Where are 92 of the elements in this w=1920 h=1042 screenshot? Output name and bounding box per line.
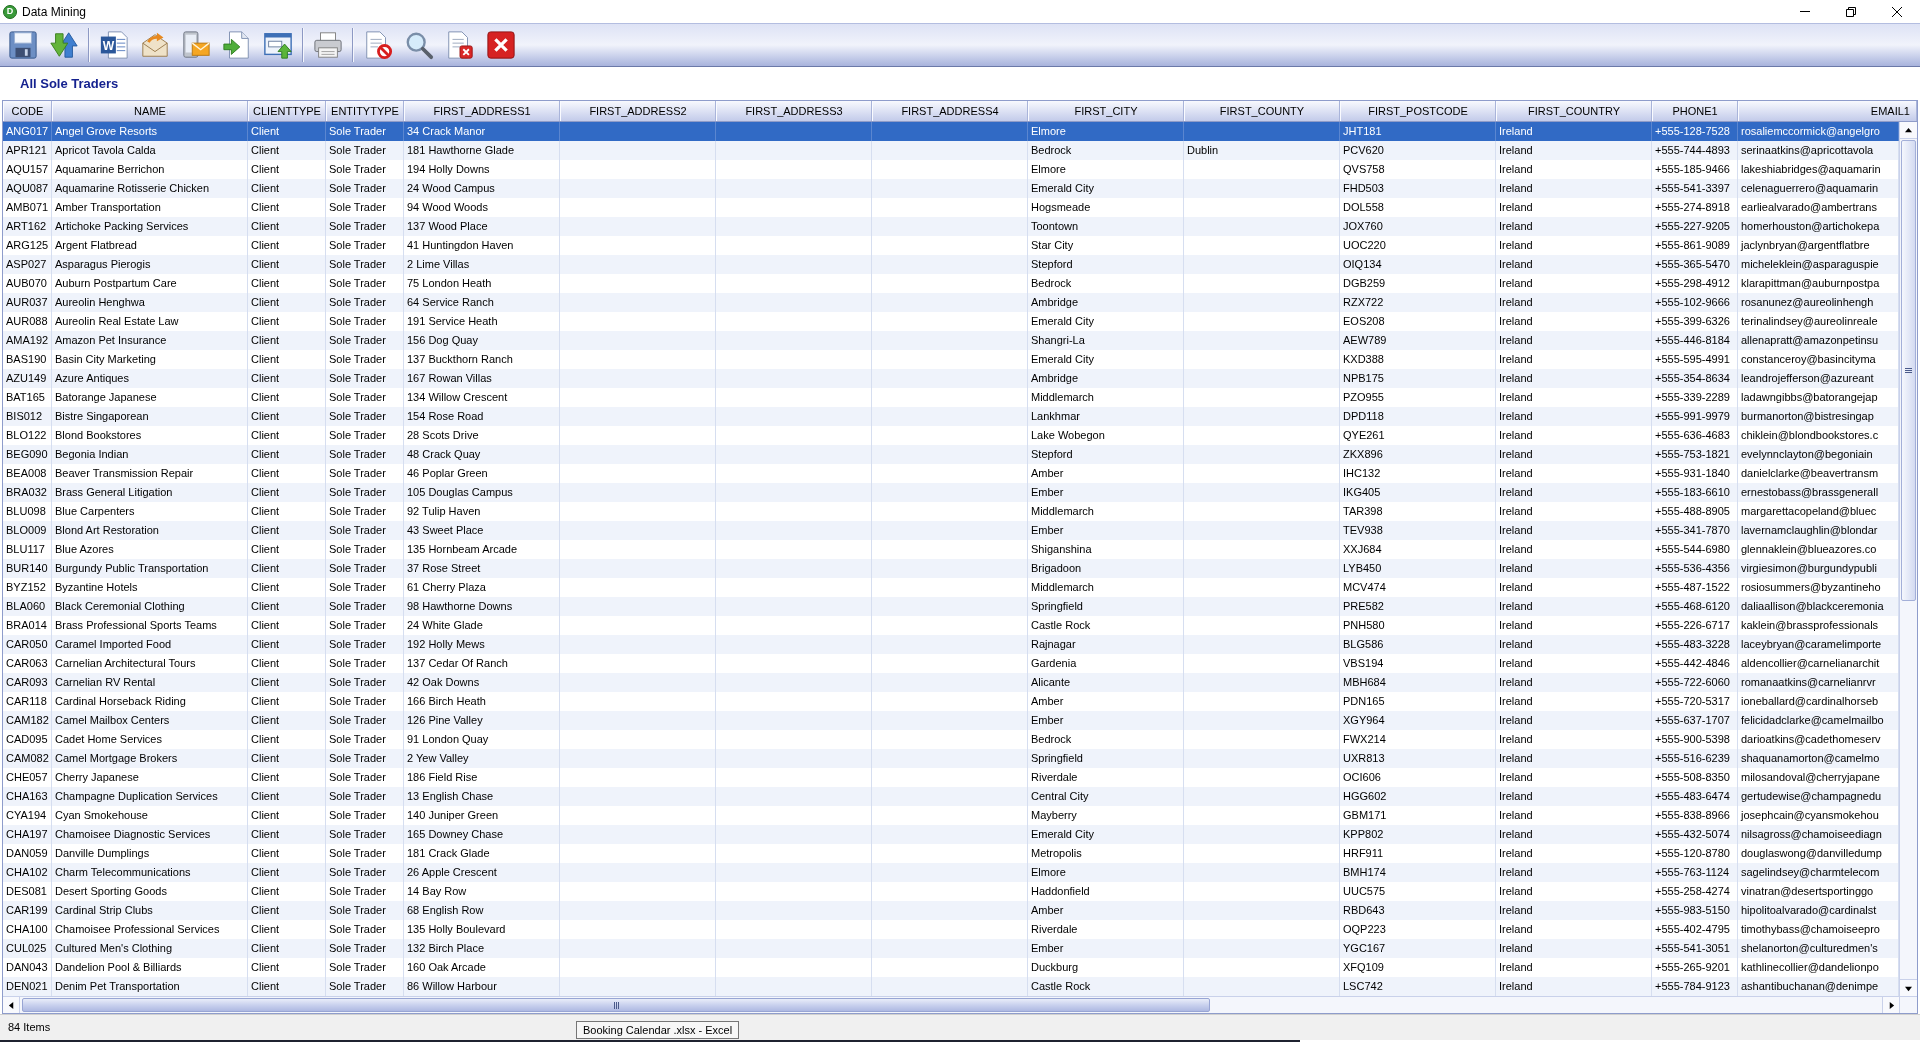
column-header[interactable]: EMAIL1 [1738,101,1917,121]
column-header[interactable]: FIRST_ADDRESS1 [404,101,560,121]
status-text: 84 Items [8,1020,51,1036]
table-row[interactable]: DEN021 Denim Pet Transportation Client Sole Trader 86 Willow Harbour Castle Rock LSC742 Ireland +555-784-9123 ashantibuchanan@denimpe [3,977,1899,996]
grip-icon [613,1001,619,1009]
column-header[interactable]: FIRST_ADDRESS4 [872,101,1028,121]
close-icon [486,30,516,60]
table-row[interactable]: BYZ152 Byzantine Hotels Client Sole Trader 61 Cherry Plaza Middlemarch MCV474 Ireland +555-487-1522 rosiosummers@byzantineho [3,578,1899,597]
column-header[interactable]: FIRST_COUNTRY [1496,101,1652,121]
column-header[interactable]: FIRST_ADDRESS2 [560,101,716,121]
table-row[interactable]: BUR140 Burgundy Public Transportation Client Sole Trader 37 Rose Street Brigadoon LYB450 Ireland +555-536-4356 virgiesimon@burgundypubli [3,559,1899,578]
table-row[interactable]: CAR050 Caramel Imported Food Client Sole Trader 192 Holly Mews Rajnagar BLG586 Ireland +555-483-3228 laceybryan@caramelimporte [3,635,1899,654]
horizontal-scrollbar[interactable] [3,996,1899,1013]
table-row[interactable]: BEA008 Beaver Transmission Repair Client Sole Trader 46 Poplar Green Amber IHC132 Ireland +555-931-1840 danielclarke@beavertransm [3,464,1899,483]
table-row[interactable]: AZU149 Azure Antiques Client Sole Trader 167 Rowan Villas Ambridge NPB175 Ireland +555-354-8634 leandrojefferson@azureant [3,369,1899,388]
vertical-scrollbar[interactable] [1899,122,1917,996]
table-row[interactable]: AUB070 Auburn Postpartum Care Client Sole Trader 75 London Heath Bedrock DGB259 Ireland +555-298-4912 klarapittman@auburnpostpa [3,274,1899,293]
scroll-up-button[interactable] [1900,122,1917,139]
scrollbar-thumb[interactable] [1901,140,1916,601]
table-row[interactable]: AQU157 Aquamarine Berrichon Client Sole Trader 194 Holly Downs Elmore QVS758 Ireland +555-185-9466 lakeshiabridges@aquamarin [3,160,1899,179]
scroll-right-button[interactable] [1882,997,1899,1013]
table-row[interactable]: CHA197 Chamoisee Diagnostic Services Client Sole Trader 165 Downey Chase Emerald City KPP802 Ireland +555-432-5074 nilsagross@chamoiseediagn [3,825,1899,844]
open-envelope-icon [140,30,170,60]
triangle-left-icon [7,1001,15,1009]
table-row[interactable]: CAM182 Camel Mailbox Centers Client Sole Trader 126 Pine Valley Ember XGY964 Ireland +555-637-1707 felicidadclarke@camelmailbo [3,711,1899,730]
app-icon: D [3,4,17,19]
table-row[interactable]: BAS190 Basin City Marketing Client Sole Trader 137 Buckthorn Ranch Emerald City KXD388 Ireland +555-595-4991 constanceroy@basincityma [3,350,1899,369]
table-row[interactable]: CHA100 Chamoisee Professional Services Client Sole Trader 135 Holly Boulevard Riverdale OQP223 Ireland +555-402-4795 timothybass@chamoiseepro [3,920,1899,939]
phone-envelope-icon [181,30,211,60]
triangle-up-icon [1905,126,1912,134]
table-row[interactable]: BEG090 Begonia Indian Client Sole Trader 48 Crack Quay Stepford ZKX896 Ireland +555-753-1821 evelynnclayton@begoniain [3,445,1899,464]
table-row[interactable]: AQU087 Aquamarine Rotisserie Chicken Client Sole Trader 24 Wood Campus Emerald City FHD503 Ireland +555-541-3397 celenaguerrero@aquamarin [3,179,1899,198]
scroll-left-button[interactable] [3,997,20,1013]
column-header[interactable]: FIRST_ADDRESS3 [716,101,872,121]
table-row[interactable]: DAN043 Dandelion Pool & Billiards Client Sole Trader 160 Oak Arcade Duckburg XFQ109 Ireland +555-265-9201 kathlinecollier@dandelionpo [3,958,1899,977]
table-row[interactable]: ART162 Artichoke Packing Services Client Sole Trader 137 Wood Place Toontown JOX760 Ireland +555-227-9205 homerhouston@artichokepa [3,217,1899,236]
table-row[interactable]: CHA102 Charm Telecommunications Client Sole Trader 26 Apple Crescent Elmore BMH174 Ireland +555-763-1124 sagelindsey@charmtelecom [3,863,1899,882]
column-header[interactable]: FIRST_CITY [1028,101,1184,121]
table-row[interactable]: ARG125 Argent Flatbread Client Sole Trader 41 Huntingdon Haven Star City UOC220 Ireland +555-861-9089 jaclynbryan@argentflatbre [3,236,1899,255]
scrollbar-thumb[interactable] [22,998,1210,1012]
printer-icon [313,30,343,60]
table-row[interactable]: BLO009 Blond Art Restoration Client Sole Trader 43 Sweet Place Ember TEV938 Ireland +555-341-7870 lavernamclaughlin@blondar [3,521,1899,540]
table-row[interactable]: DAN059 Danville Dumplings Client Sole Trader 181 Crack Glade Metropolis HRF911 Ireland +555-120-8780 douglaswong@danvilledump [3,844,1899,863]
triangle-down-icon [1905,984,1912,992]
table-row[interactable]: AUR037 Aureolin Henghwa Client Sole Trader 64 Service Ranch Ambridge RZX722 Ireland +555-102-9666 rosanunez@aureolinhengh [3,293,1899,312]
table-row[interactable]: CAD095 Cadet Home Services Client Sole Trader 91 London Quay Bedrock FWX214 Ireland +555-900-5398 darioatkins@cadethomeserv [3,730,1899,749]
grip-icon [1905,368,1912,373]
taskbar-tooltip: Booking Calendar .xlsx - Excel [576,1021,740,1039]
table-row[interactable]: CAR118 Cardinal Horseback Riding Client Sole Trader 166 Birch Heath Amber PDN165 Ireland +555-720-5317 ioneballard@cardinalhorseb [3,692,1899,711]
table-row[interactable]: DES081 Desert Sporting Goods Client Sole Trader 14 Bay Row Haddonfield UUC575 Ireland +555-258-4274 vinatran@desertsportinggo [3,882,1899,901]
table-row[interactable]: BLA060 Black Ceremonial Clothing Client Sole Trader 98 Hawthorne Downs Springfield PRE582 Ireland +555-468-6120 daliaallison@blackceremonia [3,597,1899,616]
table-row[interactable]: ANG017 Angel Grove Resorts Client Sole Trader 34 Crack Manor Elmore JHT181 Ireland +555-128-7528 rosaliemccormick@angelgro [3,122,1899,141]
table-row[interactable]: CHA163 Champagne Duplication Services Client Sole Trader 13 English Chase Central City HGG602 Ireland +555-483-6474 gertudewise@champagnedu [3,787,1899,806]
table-row[interactable]: BAT165 Batorange Japanese Client Sole Trader 134 Willow Crescent Middlemarch PZO955 Ireland +555-339-2289 ladawngibbs@batorangejap [3,388,1899,407]
up-down-arrows-icon [49,30,79,60]
table-row[interactable]: CAR093 Carnelian RV Rental Client Sole Trader 42 Oak Downs Alicante MBH684 Ireland +555-722-6060 romanaatkins@carnelianrvr [3,673,1899,692]
column-header[interactable]: CLIENTTYPE [248,101,326,121]
column-header[interactable]: FIRST_POSTCODE [1340,101,1496,121]
window-title: Data Mining [22,3,87,21]
table-row[interactable]: BLU117 Blue Azores Client Sole Trader 135 Hornbeam Arcade Shiganshina XXJ684 Ireland +555-544-6980 glennaklein@blueazores.co [3,540,1899,559]
window-up-arrow-icon [263,30,293,60]
column-header[interactable]: PHONE1 [1652,101,1738,121]
table-row[interactable]: BRA032 Brass General Litigation Client Sole Trader 105 Douglas Campus Ember IKG405 Ireland +555-183-6610 ernestobass@brassgenerall [3,483,1899,502]
column-header[interactable]: CODE [3,101,52,121]
table-row[interactable]: BIS012 Bistre Singaporean Client Sole Trader 154 Rose Road Lankhmar DPD118 Ireland +555-991-9979 burmanorton@bistresingap [3,407,1899,426]
table-row[interactable]: BLO122 Blond Bookstores Client Sole Trader 28 Scots Drive Lake Wobegon QYE261 Ireland +555-636-4683 chiklein@blondbookstores.c [3,426,1899,445]
scroll-down-button[interactable] [1900,979,1917,996]
document-x-icon [445,30,475,60]
table-row[interactable]: APR121 Apricot Tavola Calda Client Sole Trader 181 Hawthorne Glade Bedrock Dublin PCV620 Ireland +555-744-4893 serinaatkins@apricottavola [3,141,1899,160]
table-row[interactable]: CHE057 Cherry Japanese Client Sole Trader 186 Field Rise Riverdale OCI606 Ireland +555-508-8350 milosandoval@cherryjapane [3,768,1899,787]
table-row[interactable]: CAR063 Carnelian Architectural Tours Client Sole Trader 137 Cedar Of Ranch Gardenia VBS194 Ireland +555-442-4846 aldencollier@carnelianarchit [3,654,1899,673]
table-row[interactable]: CYA194 Cyan Smokehouse Client Sole Trader 140 Juniper Green Mayberry GBM171 Ireland +555-838-8966 josephcain@cyansmokehou [3,806,1899,825]
table-row[interactable]: BRA014 Brass Professional Sports Teams Client Sole Trader 24 White Glade Castle Rock PNH580 Ireland +555-226-6717 kaklein@brassprofessionals [3,616,1899,635]
close-icon [1892,6,1902,17]
document-prohibited-icon [363,30,393,60]
table-row[interactable]: AUR088 Aureolin Real Estate Law Client Sole Trader 191 Service Heath Emerald City EOS208 Ireland +555-399-6326 terinalindsey@aureolinreale [3,312,1899,331]
table-row[interactable]: CAR199 Cardinal Strip Clubs Client Sole Trader 68 English Row Amber RBD643 Ireland +555-983-5150 hipolitoalvarado@cardinalst [3,901,1899,920]
view-title: All Sole Traders [20,74,119,93]
document-arrow-icon [222,30,252,60]
triangle-right-icon [1887,1001,1895,1009]
column-header[interactable]: NAME [52,101,248,121]
minimize-icon [1800,11,1810,12]
column-header[interactable]: ENTITYTYPE [326,101,404,121]
table-row[interactable]: CUL025 Cultured Men's Clothing Client Sole Trader 132 Birch Place Ember YGC167 Ireland +555-541-3051 shelanorton@culturedmen's [3,939,1899,958]
restore-icon [1846,6,1856,17]
table-row[interactable]: BLU098 Blue Carpenters Client Sole Trader 92 Tulip Haven Middlemarch TAR398 Ireland +555-488-8905 margarettacopeland@bluec [3,502,1899,521]
table-row[interactable]: CAM082 Camel Mortgage Brokers Client Sole Trader 2 Yew Valley Springfield UXR813 Ireland +555-516-6239 shaquanamorton@camelmo [3,749,1899,768]
table-row[interactable]: ASP027 Asparagus Pierogis Client Sole Trader 2 Lime Villas Stepford OIQ134 Ireland +555-365-5470 micheleklein@asparaguspie [3,255,1899,274]
table-row[interactable]: AMB071 Amber Transportation Client Sole Trader 94 Wood Woods Hogsmeade DOL558 Ireland +555-274-8918 earliealvarado@ambertrans [3,198,1899,217]
search-icon [404,30,434,60]
table-row[interactable]: AMA192 Amazon Pet Insurance Client Sole Trader 156 Dog Quay Shangri-La AEW789 Ireland +555-446-8184 allenapratt@amazonpetinsu [3,331,1899,350]
column-header[interactable]: FIRST_COUNTY [1184,101,1340,121]
